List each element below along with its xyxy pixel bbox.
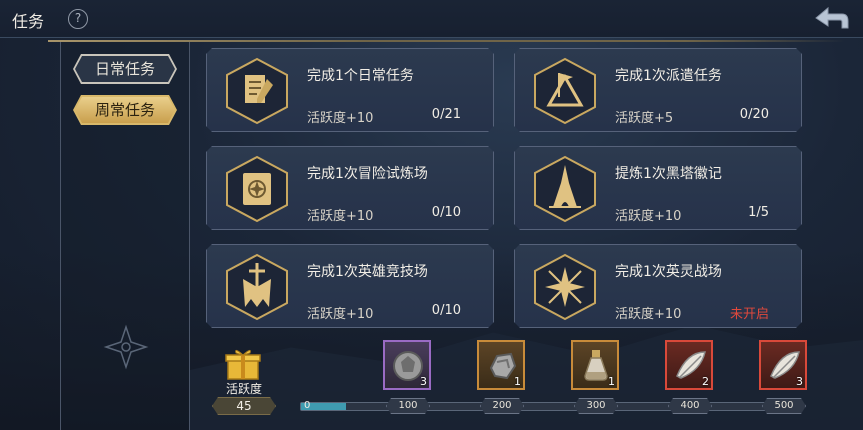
quest-reward: 活跃度+10: [307, 111, 374, 126]
reward-count: 3: [796, 375, 803, 388]
quest-card[interactable]: 完成1次冒险试炼场 活跃度+10 0/10: [206, 146, 494, 230]
quest-card[interactable]: 完成1个日常任务 活跃度+10 0/21: [206, 48, 494, 132]
tab-weekly-label: 周常任务: [75, 97, 175, 123]
activity-progress-bar: [300, 402, 800, 411]
sidebar: 日常任务 周常任务: [60, 42, 190, 430]
milestone-label: 300: [574, 398, 618, 414]
quest-reward: 活跃度+10: [615, 307, 682, 322]
quest-card[interactable]: 完成1次英灵战场 活跃度+10 未开启: [514, 244, 802, 328]
quest-card[interactable]: 完成1次派遣任务 活跃度+5 0/20: [514, 48, 802, 132]
tab-daily-label: 日常任务: [75, 56, 175, 82]
milestone-label: 500: [762, 398, 806, 414]
reward-chest-300[interactable]: 1: [571, 340, 619, 390]
page-title: 任务: [12, 12, 45, 31]
spellbook-icon: [221, 153, 293, 225]
quest-title: 完成1次冒险试炼场: [307, 166, 428, 182]
decorative-ornament-icon: [103, 324, 149, 370]
quest-title: 完成1次英灵战场: [615, 264, 722, 280]
activity-label: 活跃度: [225, 382, 262, 396]
return-arrow-icon[interactable]: [812, 4, 852, 34]
progress-start-label: 0: [304, 400, 311, 411]
quest-progress: 0/10: [431, 205, 461, 220]
question-gear-icon[interactable]: ?: [68, 9, 88, 29]
milestone-label: 400: [668, 398, 712, 414]
quest-title: 完成1次英雄竞技场: [307, 264, 428, 280]
milestone-label: 100: [386, 398, 430, 414]
reward-chest-100[interactable]: 3: [383, 340, 431, 390]
milestone-label: 200: [480, 398, 524, 414]
reward-chest-200[interactable]: 1: [477, 340, 525, 390]
quest-reward: 活跃度+10: [307, 307, 374, 322]
reward-chest-500[interactable]: 3: [759, 340, 807, 390]
reward-count: 3: [420, 375, 427, 388]
top-bar: 任务 ?: [0, 0, 863, 38]
quest-title: 完成1个日常任务: [307, 68, 414, 84]
quest-title: 提炼1次黑塔徽记: [615, 166, 722, 182]
tab-weekly-quests[interactable]: 周常任务: [73, 95, 177, 125]
quest-title: 完成1次派遣任务: [615, 68, 722, 84]
quest-progress: 0/20: [739, 107, 769, 122]
tab-daily-quests[interactable]: 日常任务: [73, 54, 177, 84]
quest-progress-locked: 未开启: [729, 307, 769, 322]
quest-reward: 活跃度+10: [615, 209, 682, 224]
reward-count: 2: [702, 375, 709, 388]
reward-count: 1: [514, 375, 521, 388]
reward-count: 1: [608, 375, 615, 388]
black-tower-icon: [529, 153, 601, 225]
flag-tent-icon: [529, 55, 601, 127]
activity-summary: 活跃度 45: [206, 347, 282, 417]
quest-card[interactable]: 完成1次英雄竞技场 活跃度+10 0/10: [206, 244, 494, 328]
quest-progress: 1/5: [748, 205, 769, 220]
crossed-swords-star-icon: [529, 251, 601, 323]
gift-box-icon: [225, 349, 261, 380]
quest-reward: 活跃度+10: [307, 209, 374, 224]
document-quill-icon: [221, 55, 293, 127]
quest-reward: 活跃度+5: [615, 111, 674, 126]
quest-card[interactable]: 提炼1次黑塔徽记 活跃度+10 1/5: [514, 146, 802, 230]
quest-progress: 0/21: [431, 107, 461, 122]
sword-cape-icon: [221, 251, 293, 323]
reward-chest-400[interactable]: 2: [665, 340, 713, 390]
quest-progress: 0/10: [431, 303, 461, 318]
activity-value: 45: [212, 397, 276, 415]
